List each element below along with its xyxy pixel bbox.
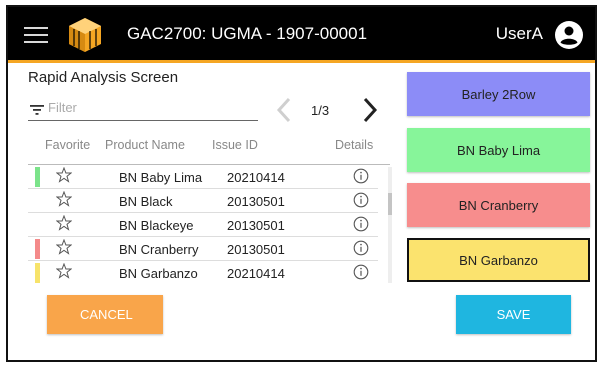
product-table: BN Baby Lima 20210414 BN Black 20130501 … [28,165,390,283]
info-icon[interactable] [353,264,369,280]
product-name: BN Baby Lima [119,170,203,185]
table-header: Favorite Product Name Issue ID Details [28,138,378,158]
screen-title: Rapid Analysis Screen [28,69,179,86]
chevron-right-icon[interactable] [360,95,380,125]
star-icon[interactable] [56,239,72,255]
top-bar: GAC2700: UGMA - 1907-00001 UserA [8,7,595,63]
table-row[interactable]: BN Blackeye 20130501 [28,213,378,237]
save-button[interactable]: SAVE [456,295,571,334]
table-row[interactable]: BN Cranberry 20130501 [28,237,378,261]
app-window: GAC2700: UGMA - 1907-00001 UserA Rapid A… [6,5,597,362]
info-icon[interactable] [353,240,369,256]
product-name: BN Garbanzo [119,266,198,281]
star-icon[interactable] [56,167,72,183]
header-product-name[interactable]: Product Name [105,138,185,152]
chevron-left-icon[interactable] [274,95,294,125]
product-name: BN Blackeye [119,218,194,233]
account-icon[interactable] [555,21,583,49]
app-title: GAC2700: UGMA - 1907-00001 [127,24,368,43]
table-row[interactable]: BN Black 20130501 [28,189,378,213]
user-name[interactable]: UserA [496,24,543,44]
cancel-button[interactable]: CANCEL [47,295,163,334]
filter-field[interactable] [28,95,258,121]
info-icon[interactable] [353,216,369,232]
star-icon[interactable] [56,215,72,231]
filter-icon [30,105,44,115]
menu-icon[interactable] [24,27,48,43]
issue-id: 20210414 [227,266,285,281]
header-favorite[interactable]: Favorite [45,138,90,152]
row-color-tag [35,263,40,283]
page-indicator: 1/3 [311,103,330,118]
info-icon[interactable] [353,192,369,208]
category-bn-cranberry[interactable]: BN Cranberry [407,183,590,227]
row-color-tag [35,167,40,187]
star-icon[interactable] [56,263,72,279]
category-bn-baby-lima[interactable]: BN Baby Lima [407,128,590,172]
star-icon[interactable] [56,191,72,207]
logo-icon [69,18,101,52]
issue-id: 20130501 [227,194,285,209]
product-name: BN Cranberry [119,242,199,257]
header-issue-id[interactable]: Issue ID [212,138,258,152]
category-barley-2row[interactable]: Barley 2Row [407,72,590,116]
scrollbar-thumb[interactable] [388,193,392,215]
header-details[interactable]: Details [335,138,373,152]
filter-input[interactable] [46,99,250,116]
category-bn-garbanzo[interactable]: BN Garbanzo [407,238,590,282]
issue-id: 20210414 [227,170,285,185]
issue-id: 20130501 [227,242,285,257]
table-row[interactable]: BN Garbanzo 20210414 [28,261,378,283]
product-name: BN Black [119,194,173,209]
info-icon[interactable] [353,168,369,184]
table-scrollbar[interactable] [388,167,392,283]
table-row[interactable]: BN Baby Lima 20210414 [28,165,378,189]
row-color-tag [35,239,40,259]
issue-id: 20130501 [227,218,285,233]
